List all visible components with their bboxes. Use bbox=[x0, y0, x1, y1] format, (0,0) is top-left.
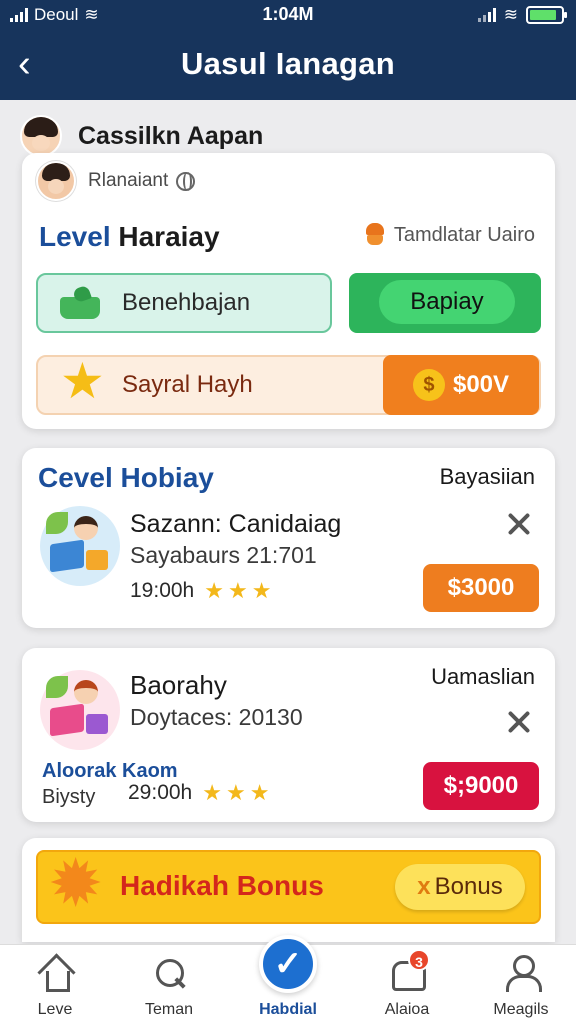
nav-label: Teman bbox=[144, 1001, 194, 1018]
tools-icon[interactable] bbox=[505, 708, 533, 736]
job-time-row: 19:00h ★ ★ ★ bbox=[130, 578, 271, 604]
bonus-title: Hadikah Bonus bbox=[120, 870, 324, 901]
nav-label: Habdial bbox=[259, 1001, 317, 1018]
star-icon: ★ bbox=[251, 578, 272, 603]
price-button[interactable]: $;9000 bbox=[423, 762, 539, 810]
job-name: Baorahy bbox=[130, 670, 227, 700]
signal-icon bbox=[477, 8, 496, 22]
bottom-nav: Leve Teman ✓ Habdial 3 Alaioa Meagils bbox=[0, 935, 576, 1024]
section-title: Cevel Hobiay bbox=[38, 462, 214, 493]
star-icon bbox=[60, 356, 105, 406]
card-subheader: Rlanaiant bbox=[36, 161, 196, 201]
status-bar: Deoul ≋ 1:04M ≋ bbox=[0, 0, 576, 30]
star-icon: ★ bbox=[249, 780, 270, 805]
job-illustration bbox=[40, 506, 120, 586]
star-icon: ★ bbox=[225, 780, 246, 805]
bonus-banner[interactable]: Hadikah Bonus x Bonus bbox=[36, 848, 541, 924]
job-time-row: 29:00h ★ ★ ★ bbox=[128, 780, 269, 806]
star-icon: ★ bbox=[202, 780, 222, 805]
check-icon: ✓ bbox=[259, 935, 317, 993]
nav-item-active[interactable]: ✓ Habdial bbox=[233, 935, 343, 1024]
tools-icon[interactable] bbox=[505, 510, 533, 538]
battery-fill bbox=[530, 10, 556, 20]
sun-icon bbox=[48, 848, 108, 918]
job-time: 29:00h bbox=[128, 781, 193, 804]
pay-button-label: Bapiay bbox=[379, 280, 515, 324]
level-title-rest: Haraiay bbox=[118, 221, 220, 252]
price-button[interactable]: $3000 bbox=[423, 564, 539, 612]
company-sub: Biysty bbox=[42, 786, 96, 808]
tool-link[interactable]: Tamdlatar Uairo bbox=[364, 223, 535, 247]
nav-item-profile[interactable]: Meagils bbox=[466, 945, 576, 1024]
avatar[interactable] bbox=[20, 115, 62, 157]
salary-amount-button[interactable]: $ $00V bbox=[383, 355, 539, 415]
pay-button[interactable]: Bapiay bbox=[349, 273, 541, 333]
salary-bar[interactable]: Sayral Hayh $ $00V bbox=[36, 355, 541, 415]
job-detail: Sayabaurs 21:701 bbox=[130, 542, 317, 568]
battery-icon bbox=[526, 6, 567, 24]
user-icon bbox=[504, 955, 542, 992]
status-right: ≋ bbox=[477, 5, 567, 25]
avatar[interactable] bbox=[36, 161, 76, 201]
nav-label: Meagils bbox=[493, 1001, 549, 1018]
job-status-label: Bayasiian bbox=[439, 464, 535, 489]
chef-hat-icon bbox=[364, 223, 386, 247]
level-title: Level Haraiay bbox=[39, 221, 220, 253]
bonus-button-label: Bonus bbox=[434, 873, 503, 900]
star-rating: ★ ★ ★ bbox=[200, 578, 271, 604]
nav-item-search[interactable]: Teman bbox=[114, 945, 224, 1024]
bonus-card: Hadikah Bonus x Bonus bbox=[22, 838, 555, 942]
nav-item-alerts[interactable]: 3 Alaioa bbox=[352, 945, 462, 1024]
nav-item-home[interactable]: Leve bbox=[0, 945, 110, 1024]
salary-amount: $00V bbox=[452, 371, 510, 398]
job-detail: Doytaces: 20130 bbox=[130, 704, 303, 730]
job-name: Sazann: Canidaiag bbox=[130, 510, 342, 538]
job-card[interactable]: Cevel Hobiay Bayasiian Sazann: Canidaiag… bbox=[22, 448, 555, 628]
app-bar: ‹ Uasul Ianagan bbox=[0, 30, 576, 100]
job-status-label: Uamaslian bbox=[431, 664, 535, 689]
search-icon bbox=[154, 957, 186, 989]
star-icon: ★ bbox=[227, 578, 248, 603]
notification-badge: 3 bbox=[408, 949, 430, 971]
star-icon: ★ bbox=[204, 578, 224, 603]
bonus-button[interactable]: x Bonus bbox=[395, 864, 525, 910]
benefit-label: Benehbajan bbox=[122, 289, 251, 316]
salary-label: Sayral Hayh bbox=[122, 371, 253, 398]
job-time: 19:00h bbox=[130, 579, 195, 602]
nav-label: Leve bbox=[37, 1001, 73, 1018]
level-title-blue: Level bbox=[39, 221, 111, 252]
wifi-icon: ≋ bbox=[503, 5, 518, 24]
home-icon bbox=[38, 957, 72, 992]
job-illustration bbox=[40, 670, 120, 750]
page-title: Uasul Ianagan bbox=[180, 46, 396, 81]
benefit-button[interactable]: Benehbajan bbox=[36, 273, 332, 333]
user-row[interactable]: Cassilkn Aapan bbox=[20, 115, 264, 157]
bonus-mark: x bbox=[417, 873, 431, 900]
tool-label: Tamdlatar Uairo bbox=[393, 223, 535, 246]
nav-label: Alaioa bbox=[384, 1001, 430, 1018]
job-card[interactable]: Baorahy Doytaces: 20130 Uamaslian Aloora… bbox=[22, 648, 555, 822]
coin-icon: $ bbox=[412, 369, 445, 401]
subtitle-label: Rlanaiant bbox=[88, 170, 169, 191]
globe-icon[interactable] bbox=[176, 171, 196, 191]
star-rating: ★ ★ ★ bbox=[198, 780, 269, 806]
level-card: Rlanaiant Level Haraiay Tamdlatar Uairo … bbox=[22, 153, 555, 429]
user-name: Cassilkn Aapan bbox=[78, 121, 264, 150]
basket-icon bbox=[60, 287, 100, 319]
